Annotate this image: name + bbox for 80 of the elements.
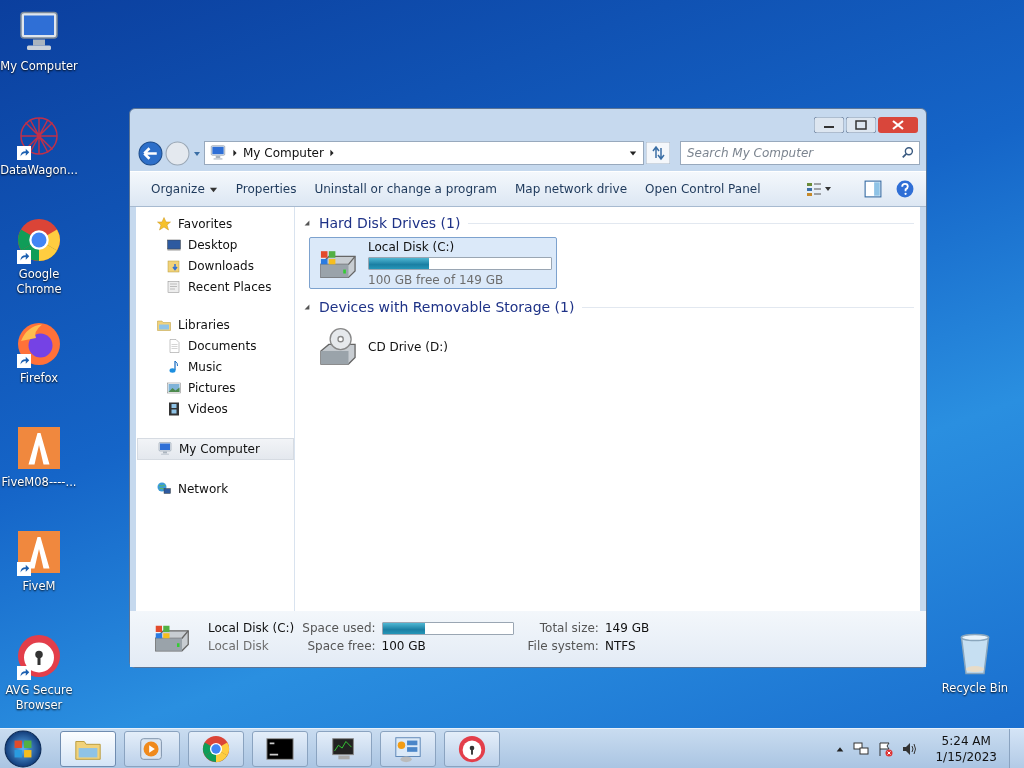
address-bar[interactable]: My Computer (204, 141, 644, 165)
close-button[interactable] (878, 117, 918, 133)
nav-item[interactable]: Libraries (136, 316, 294, 334)
nav-item[interactable]: Recent Places (136, 278, 294, 296)
refresh-button[interactable] (646, 142, 670, 164)
toolbar-button[interactable]: Uninstall or change a program (307, 178, 504, 200)
field-label: File system: (527, 639, 599, 653)
firefox-icon (15, 320, 63, 368)
field-value: NTFS (604, 639, 637, 653)
search-field[interactable]: Search My Computer (680, 141, 920, 165)
desktop-icon-label[interactable]: FiveM08----... (1, 475, 77, 490)
field-label: Total size: (538, 621, 599, 635)
field-label: Space free: (306, 639, 376, 653)
fivem-icon (15, 528, 63, 576)
nav-item[interactable]: Pictures (136, 379, 294, 397)
nav-item[interactable]: Desktop (136, 236, 294, 254)
breadcrumb-arrow-icon (231, 147, 239, 159)
desktop-icon-label[interactable]: DataWagon... (0, 163, 78, 178)
start-button[interactable] (4, 730, 42, 768)
flag-warning-icon[interactable] (877, 741, 894, 757)
help-icon[interactable] (896, 180, 914, 198)
preview-pane-icon[interactable] (864, 180, 882, 198)
speaker-icon[interactable] (901, 741, 918, 757)
avg-browser-icon (15, 632, 63, 680)
download-folder-icon (166, 258, 182, 274)
chrome-icon (201, 734, 231, 764)
search-icon (901, 146, 915, 160)
toolbar-button[interactable]: Map network drive (508, 178, 635, 200)
taskbar-button[interactable] (252, 731, 308, 767)
desktop-icon-label[interactable]: AVG Secure Browser (0, 683, 78, 713)
film-strip-icon (166, 401, 182, 417)
breadcrumb-arrow-icon[interactable] (327, 147, 336, 159)
group-heading[interactable]: Devices with Removable Storage (1) (319, 299, 575, 315)
breadcrumb-item[interactable]: My Computer (243, 146, 324, 160)
field-label: Space used: (302, 621, 376, 635)
toolbar-button[interactable]: Organize (144, 178, 225, 200)
drive-name: CD Drive (D:) (368, 340, 449, 354)
avg-browser-icon (457, 734, 487, 764)
field-value: 100 GB (381, 639, 427, 653)
group-heading[interactable]: Hard Disk Drives (1) (319, 215, 461, 231)
library-folder-icon (156, 317, 172, 333)
nav-item[interactable]: Documents (136, 337, 294, 355)
collapse-triangle-icon[interactable] (303, 303, 311, 311)
recent-places-icon (166, 279, 182, 295)
nav-item[interactable]: My Computer (137, 438, 294, 460)
field-value: 149 GB (604, 621, 650, 635)
desktop-icon-label[interactable]: My Computer (0, 59, 78, 74)
minimize-button[interactable] (814, 117, 844, 133)
computer-icon (157, 441, 173, 457)
computer-icon (209, 144, 227, 162)
desktop-icon-label[interactable]: Recycle Bin (941, 681, 1009, 696)
desktop-icon-label[interactable]: FiveM (22, 579, 56, 594)
drive-tile[interactable]: CD Drive (D:) (309, 321, 557, 373)
drive-free-space: 100 GB free of 149 GB (368, 272, 505, 287)
globe-monitor-icon (156, 481, 172, 497)
chrome-icon (15, 216, 63, 264)
toolbar-button[interactable]: Properties (228, 178, 304, 200)
monitor-icon (166, 237, 182, 253)
star-icon (156, 216, 172, 232)
clock[interactable]: 5:24 AM 1/15/2023 (935, 733, 997, 765)
details-type: Local Disk (208, 639, 270, 653)
control-panel-icon (393, 734, 423, 764)
drive-tile[interactable]: Local Disk (C:) 100 GB free of 149 GB (309, 237, 557, 289)
collapse-triangle-icon[interactable] (303, 219, 311, 227)
nav-item[interactable]: Favorites (136, 215, 294, 233)
document-icon (166, 338, 182, 354)
taskbar-button[interactable] (316, 731, 372, 767)
picture-icon (166, 380, 182, 396)
toolbar-button[interactable]: Open Control Panel (638, 178, 768, 200)
nav-item[interactable]: Videos (136, 400, 294, 418)
details-name: Local Disk (C:) (208, 621, 295, 635)
nav-item[interactable]: Music (136, 358, 294, 376)
nav-item[interactable]: Downloads (136, 257, 294, 275)
nav-item[interactable]: Network (136, 480, 294, 498)
network-status-icon[interactable] (853, 741, 870, 757)
desktop-icon-label[interactable]: Firefox (19, 371, 59, 386)
back-button[interactable] (138, 140, 163, 166)
desktop-icon-label[interactable]: Google Chrome (0, 267, 78, 297)
drive-name: Local Disk (C:) (368, 239, 456, 254)
maximize-button[interactable] (846, 117, 876, 133)
